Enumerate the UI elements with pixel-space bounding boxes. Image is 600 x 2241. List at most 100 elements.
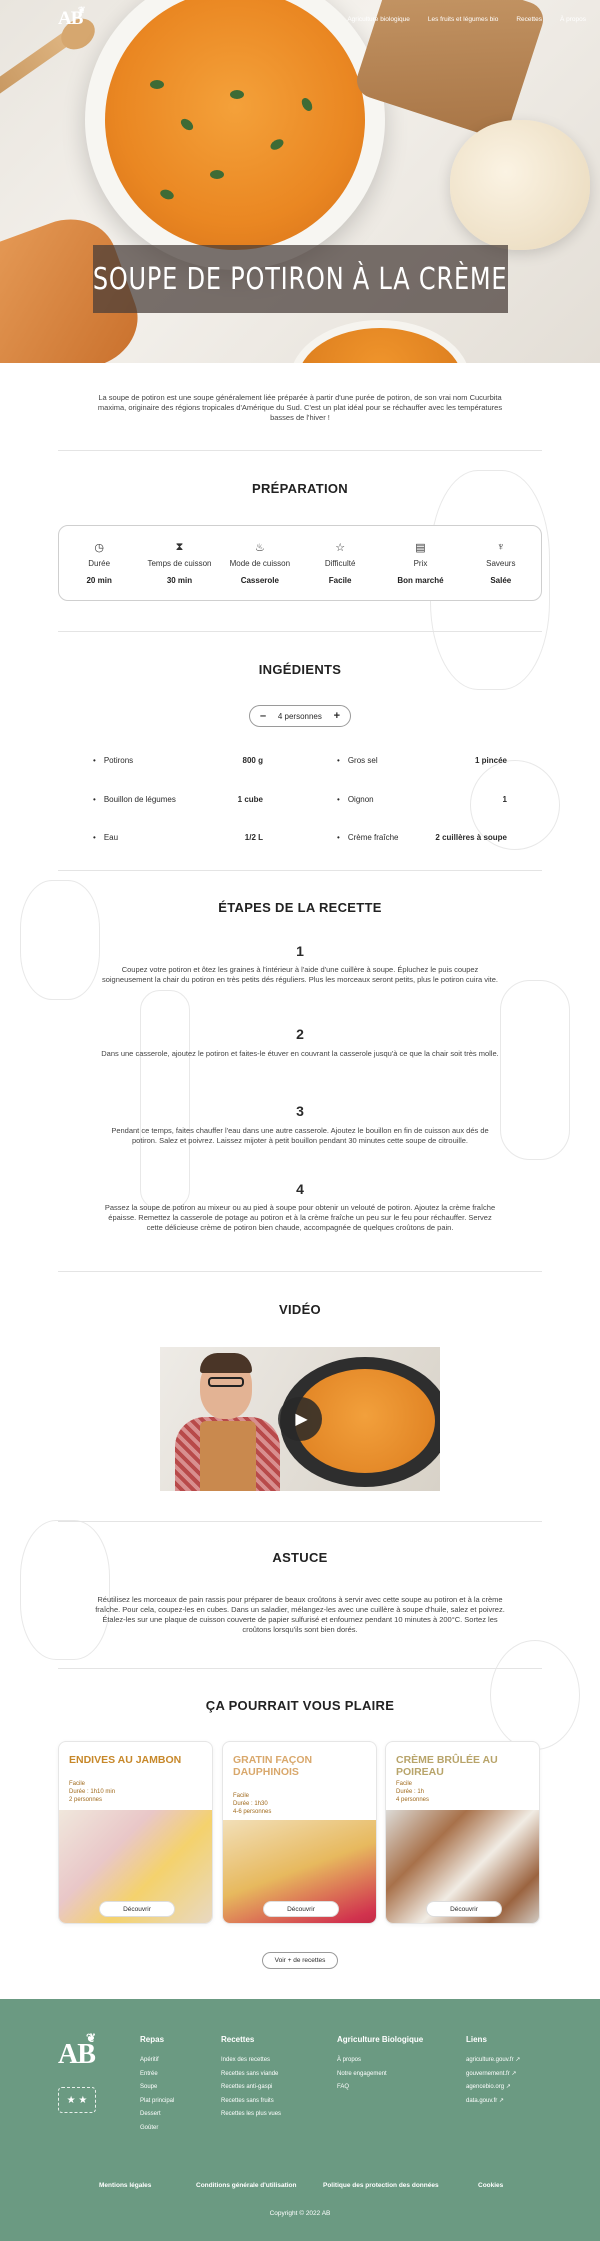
ingredient-name: Oignon — [337, 795, 374, 807]
ingredient-qty: 1 cube — [237, 795, 263, 804]
prep-price: ▤ Prix Bon marché — [380, 526, 460, 600]
footer-link[interactable]: Notre engagement — [337, 2068, 423, 2082]
legal-link-mentions[interactable]: Mentions légales — [99, 2182, 151, 2189]
card-title: Endives au jambon — [69, 1754, 182, 1766]
prep-label: Temps de cuisson — [147, 559, 212, 568]
divider — [58, 1271, 542, 1272]
card-meta: Facile Durée : 1h10 min 2 personnes — [69, 1780, 115, 1804]
hourglass-icon: ⧗ — [175, 540, 184, 553]
site-logo[interactable]: AB ❦ — [58, 5, 90, 34]
prep-cooking-mode: ♨ Mode de cuisson Casserole — [220, 526, 300, 600]
ingredient-row: Potirons 800 g — [93, 756, 263, 768]
prep-label: Saveurs — [486, 559, 516, 568]
nav-link-fruits-legumes[interactable]: Les fruits et légumes bio — [428, 16, 498, 23]
footer-link[interactable]: Recettes anti-gaspi — [221, 2081, 281, 2095]
recipe-page: AB ❦ Agriculture biologique Les fruits e… — [0, 0, 600, 2241]
ingredients-title: INGÉDIENTS — [258, 662, 342, 677]
preparation-title: PRÉPARATION — [252, 481, 348, 496]
footer-column-title: Liens — [466, 2035, 487, 2044]
hero-image: AB ❦ Agriculture biologique Les fruits e… — [0, 0, 600, 363]
discover-button[interactable]: Découvrir — [263, 1901, 339, 1917]
video-player[interactable]: ▶ — [160, 1347, 440, 1491]
video-chef-glasses — [208, 1377, 244, 1387]
footer-link[interactable]: Recettes les plus vues — [221, 2108, 281, 2122]
footer-link[interactable]: data.gouv.fr ↗ — [466, 2095, 520, 2109]
step-text: Dans une casserole, ajoutez le potiron e… — [101, 1049, 499, 1058]
background-doodle — [490, 1640, 580, 1750]
legal-link-privacy[interactable]: Politique des protection des données — [323, 2182, 439, 2189]
step-text: Pendant ce temps, faites chauffer l'eau … — [111, 1126, 489, 1145]
prep-value: Casserole — [240, 576, 279, 585]
prep-value: Facile — [328, 576, 352, 585]
leaf-icon: ❦ — [78, 5, 85, 15]
footer-link[interactable]: Dessert — [140, 2108, 174, 2122]
nav-link-recettes[interactable]: Recettes — [516, 16, 542, 23]
step-number: 1 — [296, 943, 304, 959]
footer-link[interactable]: FAQ — [337, 2081, 423, 2095]
nav-link-a-propos[interactable]: À propos — [560, 16, 586, 23]
legal-link-cookies[interactable]: Cookies — [478, 2182, 503, 2189]
ingredient-row: Bouillon de légumes 1 cube — [93, 795, 263, 807]
discover-button[interactable]: Découvrir — [99, 1901, 175, 1917]
footer-link[interactable]: Recettes sans fruits — [221, 2095, 281, 2109]
hero-soup — [105, 0, 365, 250]
more-recipes-button[interactable]: Voir + de recettes — [262, 1952, 338, 1969]
ingredient-name: Crème fraîche — [337, 833, 399, 845]
ingredient-name: Potirons — [93, 756, 133, 768]
recipe-card[interactable]: Gratin façon dauphinois Facile Durée : 1… — [222, 1741, 377, 1924]
footer-link[interactable]: Apéritif — [140, 2054, 174, 2068]
leaf-icon: ❦ — [86, 2031, 96, 2045]
step-text: Passez la soupe de potiron au mixeur ou … — [104, 1203, 496, 1232]
card-servings: 4 personnes — [396, 1797, 430, 1803]
ingredient-row: Gros sel 1 pincée — [337, 756, 507, 768]
footer-link[interactable]: gouvernement.fr ↗ — [466, 2068, 520, 2082]
play-button[interactable]: ▶ — [278, 1397, 322, 1441]
step-number: 2 — [296, 1026, 304, 1042]
prep-value: Salée — [490, 576, 512, 585]
ingredient-qty: 1 pincée — [474, 756, 507, 765]
decrease-servings-button[interactable]: – — [260, 710, 266, 722]
footer-link[interactable]: Entrée — [140, 2068, 174, 2082]
recipe-intro: La soupe de potiron est une soupe généra… — [97, 393, 503, 422]
footer-link[interactable]: À propos — [337, 2054, 423, 2068]
recipe-card[interactable]: Endives au jambon Facile Durée : 1h10 mi… — [58, 1741, 213, 1924]
increase-servings-button[interactable]: + — [334, 710, 340, 722]
hero-second-bowl — [290, 320, 470, 363]
footer-column-repas: Repas Apéritif Entrée Soupe Plat princip… — [140, 2035, 174, 2135]
divider — [58, 870, 542, 871]
step-number: 3 — [296, 1103, 304, 1119]
ingredient-row: Eau 1/2 L — [93, 833, 263, 845]
prep-flavor: ♆ Saveurs Salée — [461, 526, 541, 600]
legal-link-cgu[interactable]: Conditions générale d'utilisation — [196, 2182, 297, 2189]
ingredient-row: Oignon 1 — [337, 795, 507, 807]
prep-label: Mode de cuisson — [229, 559, 291, 568]
card-difficulty: Facile — [69, 1781, 86, 1787]
recipe-card[interactable]: Crème brûlée au poireau Facile Durée : 1… — [385, 1741, 540, 1924]
card-duration: Durée : 1h — [396, 1789, 425, 1795]
flavor-icon: ♆ — [496, 541, 505, 553]
footer-link[interactable]: Recettes sans viande — [221, 2068, 281, 2082]
footer-column-liens: Liens agriculture.gouv.fr ↗ gouvernement… — [466, 2035, 520, 2108]
footer-logo[interactable]: AB ❦ — [58, 2031, 96, 2071]
footer-column-agriculture: Agriculture Biologique À propos Notre en… — [337, 2035, 423, 2095]
divider — [58, 1521, 542, 1522]
step-number: 4 — [296, 1181, 304, 1197]
discover-button[interactable]: Découvrir — [426, 1901, 502, 1917]
background-doodle — [140, 990, 190, 1210]
footer-link[interactable]: Goûter — [140, 2122, 174, 2136]
background-doodle — [20, 1520, 110, 1660]
related-title: ÇA POURRAIT VOUS PLAIRE — [205, 1698, 395, 1713]
prep-value: 30 min — [166, 576, 193, 585]
footer-column-recettes: Recettes Index des recettes Recettes san… — [221, 2035, 281, 2122]
footer-link[interactable]: agriculture.gouv.fr ↗ — [466, 2054, 520, 2068]
prep-label: Prix — [413, 559, 428, 568]
footer-column-title: Agriculture Biologique — [337, 2035, 424, 2044]
clock-icon: ◷ — [94, 541, 104, 554]
footer-link[interactable]: Soupe — [140, 2081, 174, 2095]
footer-link[interactable]: Plat principal — [140, 2095, 174, 2109]
footer-link[interactable]: Index des recettes — [221, 2054, 281, 2068]
card-meta: Facile Durée : 1h 4 personnes — [396, 1780, 429, 1804]
nav-link-agriculture[interactable]: Agriculture biologique — [347, 16, 410, 23]
footer-link[interactable]: agencebio.org ↗ — [466, 2081, 520, 2095]
video-title: VIDÉO — [279, 1302, 321, 1317]
